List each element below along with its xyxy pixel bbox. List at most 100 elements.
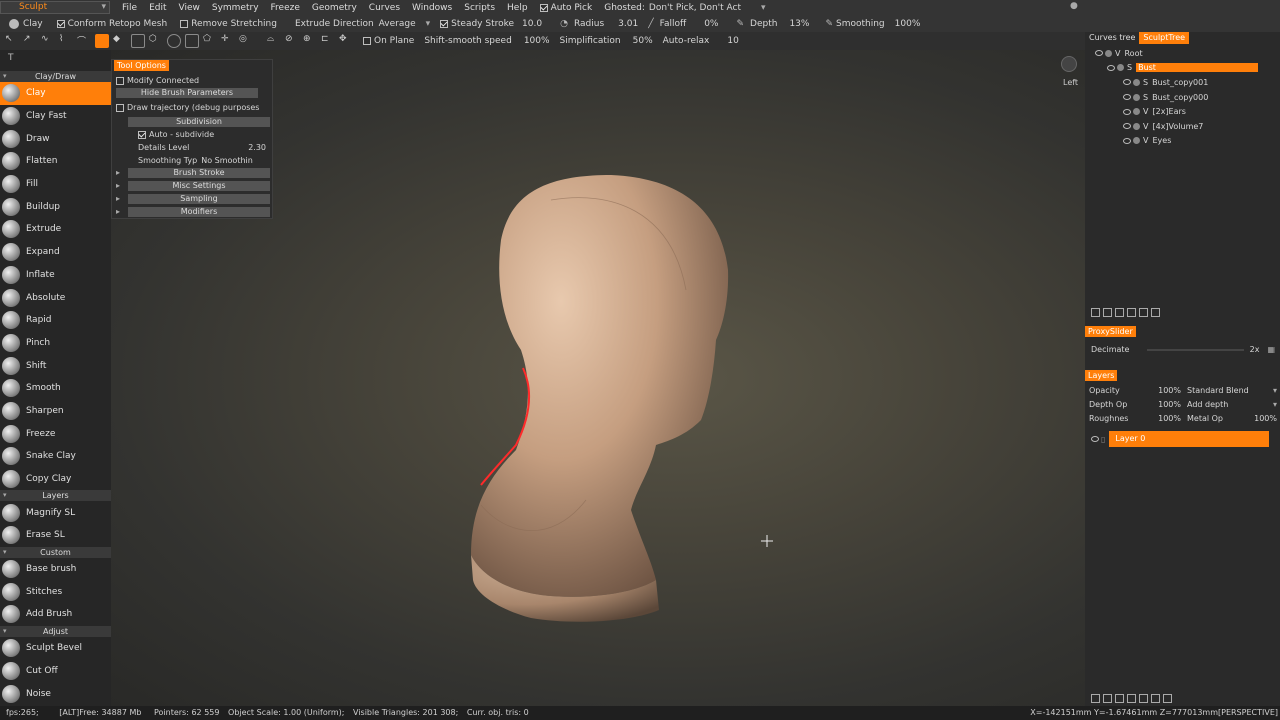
section-adjust[interactable]: Adjust bbox=[0, 625, 111, 637]
tool-fill[interactable]: Fill bbox=[0, 173, 111, 196]
curve-icon[interactable]: ∿ bbox=[41, 34, 55, 48]
menu-file[interactable]: File bbox=[122, 3, 137, 13]
smoothing-type-value[interactable]: No Smoothin bbox=[201, 155, 253, 166]
tool-flatten[interactable]: Flatten bbox=[0, 150, 111, 173]
extrude-direction-select[interactable]: Average bbox=[379, 19, 416, 29]
merge-icon[interactable] bbox=[1127, 308, 1136, 317]
ghosted-value[interactable]: Don't Pick, Don't Act bbox=[649, 3, 741, 13]
tool-clay[interactable]: Clay bbox=[0, 82, 111, 105]
layer-delete-icon[interactable] bbox=[1163, 694, 1172, 703]
visibility-icon[interactable] bbox=[1095, 50, 1103, 57]
steady-stroke-checkbox[interactable] bbox=[440, 20, 449, 28]
tool-cut-off[interactable]: Cut Off bbox=[0, 660, 111, 683]
lasso-icon[interactable]: ⌓ bbox=[267, 34, 281, 48]
section-layers[interactable]: Layers bbox=[0, 490, 111, 502]
subdivision-section[interactable]: Subdivision bbox=[128, 117, 270, 127]
tool-smooth[interactable]: Smooth bbox=[0, 377, 111, 400]
spline-icon[interactable]: ⊕ bbox=[303, 34, 317, 48]
shift-smooth-label[interactable]: Shift-smooth speed bbox=[424, 36, 511, 46]
section-clay-draw[interactable]: Clay/Draw bbox=[0, 71, 111, 82]
move-icon[interactable]: ✥ bbox=[339, 34, 353, 48]
tool-clay-fast[interactable]: Clay Fast bbox=[0, 105, 111, 128]
visibility-icon[interactable] bbox=[1123, 123, 1131, 130]
settings-icon[interactable] bbox=[1139, 308, 1148, 317]
tool-copy-clay[interactable]: Copy Clay bbox=[0, 468, 111, 491]
new-layer-icon[interactable] bbox=[1091, 694, 1100, 703]
visibility-icon[interactable] bbox=[1123, 79, 1131, 86]
layer-visibility-icon[interactable] bbox=[1091, 436, 1099, 442]
tool-pinch[interactable]: Pinch bbox=[0, 332, 111, 355]
layer-folder-icon[interactable] bbox=[1103, 694, 1112, 703]
layers-header[interactable]: Layers bbox=[1085, 370, 1118, 381]
layer-name[interactable]: Layer 0 bbox=[1109, 431, 1270, 447]
menu-symmetry[interactable]: Symmetry bbox=[212, 3, 259, 13]
radius-value[interactable]: 3.01 bbox=[618, 19, 638, 29]
add-depth-dropdown-icon[interactable]: ▾ bbox=[1273, 400, 1277, 409]
text-tool-icon[interactable]: T bbox=[8, 53, 14, 63]
smoothing-type-row[interactable]: Smoothing Typ No Smoothin bbox=[138, 155, 253, 166]
tree-node-bust-copy000[interactable]: S Bust_copy000 bbox=[1085, 90, 1280, 105]
metal-label[interactable]: Metal Op bbox=[1187, 414, 1254, 423]
roughness-value[interactable]: 100% bbox=[1135, 414, 1181, 423]
visibility-icon[interactable] bbox=[1123, 108, 1131, 115]
decimate-value[interactable]: 2x bbox=[1250, 345, 1260, 354]
details-level-value[interactable]: 2.30 bbox=[248, 142, 266, 153]
on-plane-checkbox[interactable] bbox=[363, 37, 371, 45]
menu-geometry[interactable]: Geometry bbox=[312, 3, 357, 13]
tab-sculpt-tree[interactable]: SculptTree bbox=[1139, 32, 1190, 44]
modify-connected-checkbox[interactable] bbox=[116, 76, 124, 85]
visibility-icon[interactable] bbox=[1123, 137, 1131, 144]
layer-copy-icon[interactable] bbox=[1151, 694, 1160, 703]
depth-op-value[interactable]: 100% bbox=[1135, 400, 1181, 409]
view-icon[interactable]: ● bbox=[1070, 1, 1078, 11]
layers-mode-icon[interactable]: ⬡ bbox=[149, 34, 163, 48]
menu-view[interactable]: View bbox=[179, 3, 200, 13]
menu-scripts[interactable]: Scripts bbox=[464, 3, 495, 13]
tool-buildup[interactable]: Buildup bbox=[0, 195, 111, 218]
tool-snake-clay[interactable]: Snake Clay bbox=[0, 445, 111, 468]
auto-subdivide-checkbox[interactable] bbox=[138, 130, 146, 139]
spiral-icon[interactable]: ◎ bbox=[239, 34, 253, 48]
draw-trajectory-checkbox[interactable] bbox=[116, 103, 124, 112]
add-depth-select[interactable]: Add depth bbox=[1187, 400, 1273, 409]
section-custom[interactable]: Custom bbox=[0, 546, 111, 558]
remove-stretching-checkbox[interactable] bbox=[180, 20, 189, 28]
decimate-row[interactable]: Decimate 2x ▦ bbox=[1091, 345, 1275, 354]
circle-icon[interactable] bbox=[167, 34, 181, 48]
menu-windows[interactable]: Windows bbox=[412, 3, 452, 13]
brush-stroke-section[interactable]: Brush Stroke bbox=[116, 168, 270, 178]
falloff-label[interactable]: Falloff bbox=[660, 19, 687, 29]
menu-edit[interactable]: Edit bbox=[149, 3, 166, 13]
hide-brush-parameters-button[interactable]: Hide Brush Parameters bbox=[116, 88, 258, 98]
pose-icon[interactable]: ↗ bbox=[23, 34, 37, 48]
proxy-slider-header[interactable]: ProxySlider bbox=[1085, 326, 1136, 337]
smoothing-value[interactable]: 100% bbox=[895, 19, 921, 29]
tree-node--2x-ears[interactable]: V [2x]Ears bbox=[1085, 104, 1280, 119]
shift-smooth-value[interactable]: 100% bbox=[524, 36, 550, 46]
tool-shift[interactable]: Shift bbox=[0, 354, 111, 377]
tool-add-brush[interactable]: Add Brush bbox=[0, 603, 111, 626]
menu-help[interactable]: Help bbox=[507, 3, 528, 13]
tool-absolute[interactable]: Absolute bbox=[0, 286, 111, 309]
falloff-value[interactable]: 0% bbox=[704, 19, 718, 29]
roughness-label[interactable]: Roughnes bbox=[1089, 414, 1135, 423]
decimate-apply-icon[interactable]: ▦ bbox=[1267, 345, 1275, 354]
add-layer-icon[interactable] bbox=[1103, 308, 1112, 317]
tree-node-eyes[interactable]: V Eyes bbox=[1085, 134, 1280, 149]
smoothing-label[interactable]: Smoothing bbox=[836, 19, 885, 29]
copy-icon[interactable] bbox=[1115, 308, 1124, 317]
visibility-icon[interactable] bbox=[1123, 94, 1131, 101]
tool-inflate[interactable]: Inflate bbox=[0, 264, 111, 287]
tool-stitches[interactable]: Stitches bbox=[0, 580, 111, 603]
transform-icon[interactable]: ↖ bbox=[5, 34, 19, 48]
menu-curves[interactable]: Curves bbox=[369, 3, 400, 13]
tool-sculpt-bevel[interactable]: Sculpt Bevel bbox=[0, 637, 111, 660]
layer-row[interactable]: ▯ Layer 0 bbox=[1091, 431, 1270, 447]
square-icon[interactable] bbox=[185, 34, 199, 48]
cross-icon[interactable]: ✛ bbox=[221, 34, 235, 48]
auto-relax-value[interactable]: 10 bbox=[727, 36, 738, 46]
depth-label[interactable]: Depth bbox=[750, 19, 777, 29]
simplification-value[interactable]: 50% bbox=[633, 36, 653, 46]
sampling-section[interactable]: Sampling bbox=[116, 194, 270, 204]
camera-icon[interactable] bbox=[1061, 56, 1077, 72]
